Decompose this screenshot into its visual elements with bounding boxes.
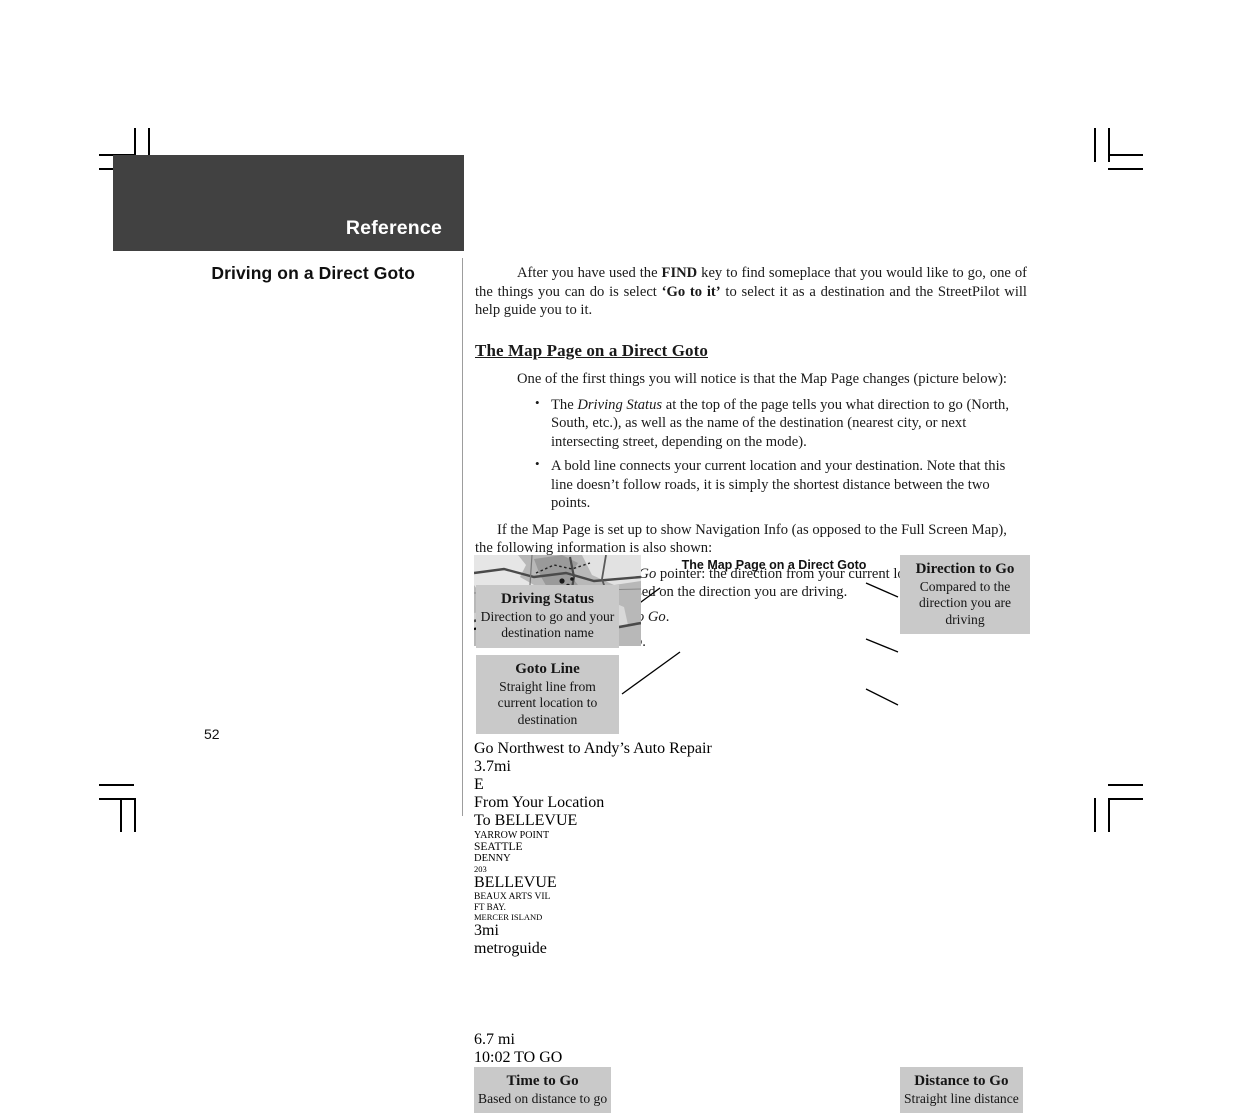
callout-description: Straight line from current location to d… (497, 679, 598, 727)
gps-info-direction: E (474, 776, 484, 793)
gps-direction-to-go-panel (474, 958, 1030, 1031)
map-source-label: metroguide (474, 940, 547, 957)
crop-mark-line (99, 798, 134, 800)
gps-distance-unit: mi (498, 1031, 515, 1048)
figure-map-page-direct-goto: The Map Page on a Direct Goto Go Northwe… (474, 555, 1030, 1113)
callout-title: Goto Line (515, 661, 580, 677)
callout-distance-to-go: Distance to Go Straight line distance (900, 1067, 1023, 1113)
leader-line-time (865, 688, 899, 706)
gps-info-distance-unit: mi (494, 758, 511, 775)
crop-mark-line (134, 798, 136, 832)
crop-mark-line (1108, 128, 1110, 162)
callout-goto-line: Goto Line Straight line from current loc… (476, 655, 619, 734)
map-label-mercer-island: MERCER ISLAND (474, 912, 543, 922)
callout-title: Direction to Go (915, 561, 1015, 577)
page-header-title: Reference (345, 217, 442, 239)
gps-time-to-go-panel: 10:02 TO GO (474, 1049, 1030, 1067)
gps-info-line1: From Your Location (474, 794, 605, 811)
crop-mark-line (1094, 128, 1096, 162)
callout-driving-status: Driving Status Direction to go and your … (476, 585, 619, 648)
gps-distance-value: 6.7 (474, 1031, 494, 1048)
gps-info-right: From Your Location To BELLEVUE (474, 794, 1030, 830)
page-header-band: Reference (113, 155, 464, 251)
callout-title: Time to Go (506, 1073, 579, 1089)
crop-mark-line (99, 784, 134, 786)
callout-time-to-go: Time to Go Based on distance to go (474, 1067, 612, 1113)
crop-mark-line (1108, 168, 1143, 170)
map-label-seattle: SEATTLE (474, 841, 523, 853)
lead-paragraph: One of the first things you will notice … (517, 371, 1007, 388)
gps-info-left: 3.7mi E (474, 758, 1030, 794)
callout-description: Direction to go and your destination nam… (480, 609, 615, 641)
map-label-yarrow-point: YARROW POINT (474, 830, 550, 841)
map-label-route-203: 203 (474, 864, 487, 874)
gps-distance-to-go-panel: 6.7 mi (474, 1031, 1030, 1049)
section-title: Driving on a Direct Goto (211, 263, 415, 283)
gps-info-line2: To BELLEVUE (474, 812, 578, 829)
list-item: A bold line connects your current locati… (535, 456, 1027, 513)
map-label-denny: DENNY (474, 853, 511, 864)
direction-arrow-icon (495, 964, 524, 1018)
intro-text-a: After you have used the (517, 265, 662, 281)
gps-driving-status-bar: Go Northwest to Andy’s Auto Repair (474, 740, 712, 757)
subheading-map-page: The Map Page on a Direct Goto (475, 340, 708, 360)
mid-paragraph: If the Map Page is set up to show Naviga… (475, 521, 1007, 557)
crop-mark-line (1108, 784, 1143, 786)
leader-line-direction (865, 582, 899, 598)
map-scale-unit: mi (482, 922, 499, 939)
crop-mark-line (1094, 798, 1096, 832)
callout-title: Driving Status (501, 591, 594, 607)
gps-time-unit: TO GO (514, 1049, 563, 1066)
gps-info-distance: 3.7mi (474, 758, 1030, 776)
crop-mark-line (1108, 798, 1110, 832)
column-divider (462, 258, 464, 816)
gps-info-bar: 3.7mi E From Your Location To BELLEVUE (474, 758, 1030, 830)
map-label-bellevue: BELLEVUE (474, 874, 557, 891)
callout-direction-to-go: Direction to Go Compared to the directio… (900, 555, 1030, 634)
gps-map-area: YARROW POINT SEATTLE DENNY 203 BELLEVUE … (474, 555, 1030, 958)
leader-line-distance (865, 638, 899, 653)
bullet-pre: A bold line connects your current locati… (551, 458, 1006, 512)
go-to-it-label: ‘Go to it’ (661, 283, 721, 300)
intro-paragraph: After you have used the FIND key to find… (475, 264, 1027, 320)
bullet-list-one: The Driving Status at the top of the pag… (475, 395, 1027, 513)
map-label-beaux-arts: BEAUX ARTS VIL (474, 892, 551, 902)
figure-caption: The Map Page on a Direct Goto (681, 558, 867, 572)
gps-info-distance-value: 3.7 (474, 758, 494, 775)
callout-description: Compared to the direction you are drivin… (918, 579, 1012, 627)
page-number: 52 (204, 726, 220, 742)
callout-description: Straight line distance (904, 1091, 1019, 1106)
callout-title: Distance to Go (914, 1073, 1009, 1089)
crop-mark-line (120, 798, 122, 832)
crop-mark-line (1108, 798, 1143, 800)
bullet-pre: The (551, 396, 578, 413)
map-label-ft-bay: FT BAY. (474, 902, 506, 912)
map-scale-indicator: 3mi (474, 922, 1030, 940)
leader-line-goto-line (621, 651, 681, 695)
gps-map-page-screenshot: Go Northwest to Andy’s Auto Repair 3.7mi… (474, 555, 1030, 1067)
gps-time-value: 10:02 (474, 1049, 511, 1066)
bullet-italic: Driving Status (577, 396, 663, 413)
list-item: The Driving Status at the top of the pag… (535, 395, 1027, 452)
map-scale-value: 3 (474, 922, 482, 939)
crop-mark-line (1108, 154, 1143, 156)
callout-description: Based on distance to go (478, 1091, 608, 1106)
find-key-label: FIND (661, 265, 698, 281)
